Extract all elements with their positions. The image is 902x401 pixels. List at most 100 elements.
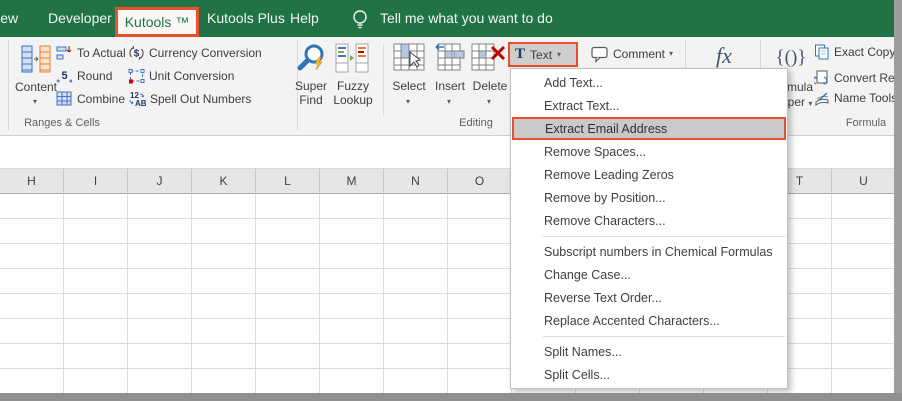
column-header[interactable]: H [0,169,64,194]
name-tools-button[interactable]: Name Tools [814,89,897,107]
braces-icon: {()} [775,47,807,68]
tab-help[interactable]: Help [290,0,319,37]
menu-separator [543,336,785,337]
lightbulb-icon [351,8,369,30]
unit-conversion-button[interactable]: Unit Conversion [128,67,234,85]
screenshot-border-bottom [0,393,902,401]
menu-item-add-text[interactable]: Add Text... [511,71,787,94]
name-tools-icon [814,90,830,106]
button-separator [383,44,384,116]
exact-copy-label: Exact Copy [834,45,896,59]
tab-kutools-active[interactable]: Kutools ™ [115,7,199,37]
screenshot-border-right [894,0,902,401]
chevron-down-icon[interactable]: ▾ [487,97,491,106]
chevron-down-icon: ▾ [669,49,674,58]
menu-item-replace-accented-characters[interactable]: Replace Accented Characters... [511,309,787,332]
insert-label[interactable]: Insert [428,79,472,93]
chevron-down-icon: ▾ [808,99,813,108]
menu-item-change-case[interactable]: Change Case... [511,263,787,286]
select-button[interactable] [392,42,426,72]
spell-out-numbers-button[interactable]: 12 AB Spell Out Numbers [128,90,251,108]
spell-out-numbers-label: Spell Out Numbers [150,92,252,106]
menu-item-extract-email-address[interactable]: Extract Email Address [512,117,786,140]
menu-item-remove-by-position[interactable]: Remove by Position... [511,186,787,209]
round-label: Round [77,69,113,83]
column-header[interactable]: O [448,169,512,194]
tell-me-box[interactable]: Tell me what you want to do [380,0,553,37]
unit-conversion-label: Unit Conversion [149,69,235,83]
combine-button[interactable]: Combine [56,90,125,108]
super-find-icon [294,43,328,75]
column-header[interactable]: U [832,169,896,194]
combine-icon [56,91,73,107]
excel-kutools-screenshot: View Developer Kutools ™ Kutools Plus He… [0,0,902,401]
super-find-button[interactable] [294,43,328,75]
text-button-label: Text [530,47,553,62]
ribbon-tab-bar: View Developer Kutools ™ Kutools Plus He… [0,0,902,37]
menu-item-split-names[interactable]: Split Names... [511,340,787,363]
spell-out-numbers-icon: 12 AB [128,91,146,107]
comment-dropdown-button[interactable]: Comment ▾ [591,45,673,63]
fx-functions-button[interactable]: fx [700,43,748,69]
menu-separator [543,236,785,237]
text-dropdown-button[interactable]: T Text ▾ [508,42,578,67]
fuzzy-lookup-icon [334,43,370,75]
currency-conversion-icon: $ [128,45,145,61]
insert-button[interactable] [434,42,468,72]
svg-text:5: 5 [61,70,67,82]
chevron-down-icon[interactable]: ▾ [33,97,37,106]
column-header[interactable]: K [192,169,256,194]
svg-text:$: $ [134,49,140,60]
text-icon: T [515,46,526,62]
column-header[interactable]: N [384,169,448,194]
chevron-down-icon: ▾ [557,49,562,59]
menu-item-split-cells[interactable]: Split Cells... [511,363,787,386]
exact-copy-button[interactable]: Exact Copy [814,43,895,61]
tab-developer[interactable]: Developer [48,0,112,37]
delete-label[interactable]: Delete [468,79,512,93]
menu-item-remove-characters[interactable]: Remove Characters... [511,209,787,232]
round-button[interactable]: 5 Round [56,67,112,85]
convert-refers-icon [814,70,830,86]
select-label[interactable]: Select [387,79,431,93]
tab-kutools-plus[interactable]: Kutools Plus [207,0,285,37]
comment-label: Comment [613,47,666,61]
fuzzy-lookup-label-2[interactable]: Lookup [328,93,378,107]
to-actual-button[interactable]: To Actual [56,44,126,62]
select-icon [392,42,426,72]
menu-item-extract-text[interactable]: Extract Text... [511,94,787,117]
column-header[interactable]: L [256,169,320,194]
comment-icon [591,46,609,63]
delete-icon [470,42,508,72]
currency-conversion-label: Currency Conversion [149,46,262,60]
fuzzy-lookup-label-1[interactable]: Fuzzy [328,79,378,93]
menu-item-subscript-numbers[interactable]: Subscript numbers in Chemical Formulas [511,240,787,263]
name-tools-label: Name Tools [834,91,898,105]
chevron-down-icon[interactable]: ▾ [447,97,451,106]
group-label-ranges-cells: Ranges & Cells [24,117,100,129]
currency-conversion-button[interactable]: $ Currency Conversion [128,44,262,62]
menu-item-remove-spaces[interactable]: Remove Spaces... [511,140,787,163]
column-header[interactable]: J [128,169,192,194]
fuzzy-lookup-button[interactable] [334,43,370,75]
tab-view[interactable]: View [0,0,18,37]
combine-label: Combine [77,92,126,106]
svg-text:AB: AB [135,99,146,107]
convert-refers-label: Convert Refers [834,71,902,85]
fx-icon: fx [716,43,732,68]
exact-copy-icon [814,44,830,60]
column-header[interactable]: M [320,169,384,194]
unit-conversion-icon [128,68,145,84]
content-button[interactable] [18,44,54,76]
menu-item-remove-leading-zeros[interactable]: Remove Leading Zeros [511,163,787,186]
formula-helper-button[interactable]: {()} [762,47,820,69]
convert-refers-button[interactable]: Convert Refers [814,69,902,87]
menu-item-reverse-text-order[interactable]: Reverse Text Order... [511,286,787,309]
column-header[interactable]: I [64,169,128,194]
content-icon [18,44,54,76]
text-dropdown-menu: Add Text... Extract Text... Extract Emai… [510,68,788,389]
chevron-down-icon[interactable]: ▾ [406,97,410,106]
to-actual-label: To Actual [77,46,126,60]
round-icon: 5 [56,68,73,84]
delete-button[interactable] [470,42,508,72]
